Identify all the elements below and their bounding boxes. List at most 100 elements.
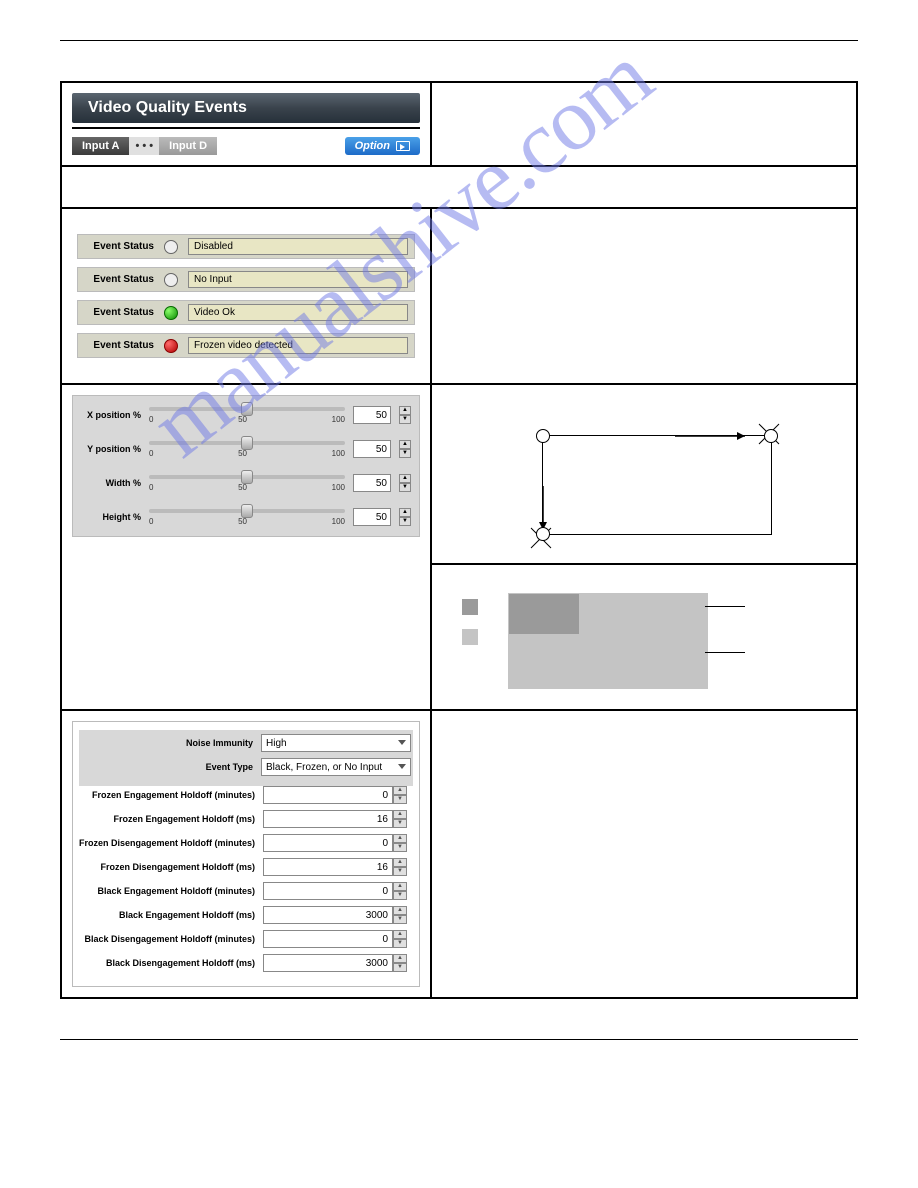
size-diagram [442, 573, 846, 699]
tick-100: 100 [332, 517, 345, 526]
x-position-stepper[interactable]: ▲▼ [399, 406, 411, 424]
settings-panel: Noise Immunity High Event Type Black, Fr… [72, 721, 420, 987]
holdoff-label: Frozen Disengagement Holdoff (ms) [79, 862, 255, 872]
y-position-stepper[interactable]: ▲▼ [399, 440, 411, 458]
width-slider[interactable]: 0 50 100 [149, 475, 345, 492]
event-status-noinput: Event Status No Input [77, 267, 415, 292]
tick-0: 0 [149, 415, 153, 424]
holdoff-stepper[interactable]: ▲▼ [393, 858, 407, 876]
holdoff-value[interactable]: 3000 [263, 906, 393, 924]
option-button[interactable]: Option [345, 137, 420, 155]
tick-0: 0 [149, 449, 153, 458]
height-slider[interactable]: 050100 [149, 509, 345, 526]
holdoff-value[interactable]: 0 [263, 834, 393, 852]
legend-dark-icon [462, 599, 478, 615]
callout-line-top [705, 606, 745, 607]
slider-thumb-icon[interactable] [241, 436, 253, 450]
option-button-label: Option [355, 140, 390, 152]
noise-immunity-select[interactable]: High [261, 734, 411, 752]
event-status-label: Event Status [84, 241, 154, 252]
tick-100: 100 [332, 415, 345, 424]
holdoff-label: Black Disengagement Holdoff (minutes) [79, 934, 255, 944]
banner-underline [72, 127, 420, 129]
position-diagram [442, 395, 846, 555]
x-position-slider[interactable]: 0 50 100 [149, 407, 345, 424]
main-table: Video Quality Events Input A • • • Input… [60, 81, 858, 999]
page-top-rule [60, 40, 858, 41]
shaded-rectangle [508, 593, 708, 689]
holdoff-value[interactable]: 16 [263, 810, 393, 828]
slider-thumb-icon[interactable] [241, 470, 253, 484]
y-position-value[interactable]: 50 [353, 440, 391, 458]
diagram-arrows [535, 428, 785, 548]
tick-0: 0 [149, 517, 153, 526]
event-type-value: Black, Frozen, or No Input [266, 762, 382, 773]
x-position-label: X position % [81, 410, 141, 420]
y-position-label: Y position % [81, 444, 141, 454]
tick-100: 100 [332, 483, 345, 492]
tick-50: 50 [238, 415, 247, 424]
diagram-rectangle [542, 435, 772, 535]
event-status-ok-field: Video Ok [188, 304, 408, 321]
holdoff-stepper[interactable]: ▲▼ [393, 906, 407, 924]
holdoff-stepper[interactable]: ▲▼ [393, 786, 407, 804]
event-status-right-cell [432, 209, 856, 383]
holdoff-label: Black Engagement Holdoff (ms) [79, 910, 255, 920]
y-position-row: Y position % 0 50 100 50 ▲▼ [81, 440, 411, 458]
holdoff-stepper[interactable]: ▲▼ [393, 834, 407, 852]
holdoff-row: Frozen Engagement Holdoff (minutes)0▲▼ [79, 786, 413, 804]
height-label: Height % [81, 512, 141, 522]
holdoff-label: Frozen Engagement Holdoff (ms) [79, 814, 255, 824]
event-status-label: Event Status [84, 307, 154, 318]
noise-immunity-label: Noise Immunity [81, 738, 253, 748]
holdoff-value[interactable]: 3000 [263, 954, 393, 972]
holdoff-value[interactable]: 0 [263, 930, 393, 948]
event-status-frozen: Event Status Frozen video detected [77, 333, 415, 358]
width-label: Width % [81, 478, 141, 488]
tab-input-a[interactable]: Input A [72, 137, 129, 155]
holdoff-value[interactable]: 0 [263, 882, 393, 900]
tick-50: 50 [238, 449, 247, 458]
noise-immunity-value: High [266, 738, 287, 749]
holdoff-stepper[interactable]: ▲▼ [393, 954, 407, 972]
event-status-block: Event Status Disabled Event Status No In… [72, 219, 420, 373]
tick-100: 100 [332, 449, 345, 458]
x-position-value[interactable]: 50 [353, 406, 391, 424]
banner-title: Video Quality Events [72, 93, 420, 123]
event-status-label: Event Status [84, 274, 154, 285]
event-type-select[interactable]: Black, Frozen, or No Input [261, 758, 411, 776]
slider-thumb-icon[interactable] [241, 504, 253, 518]
diagram-right-cell [432, 385, 856, 709]
position-size-panel: X position % 0 50 100 50 ▲▼ Y position % 0… [72, 395, 420, 537]
callout-line-bottom [705, 652, 745, 653]
led-red-icon [164, 339, 178, 353]
width-stepper[interactable]: ▲▼ [399, 474, 411, 492]
led-off-icon [164, 273, 178, 287]
holdoff-value[interactable]: 0 [263, 786, 393, 804]
holdoff-stepper[interactable]: ▲▼ [393, 882, 407, 900]
tick-50: 50 [238, 483, 247, 492]
tick-0: 0 [149, 483, 153, 492]
holdoff-stepper[interactable]: ▲▼ [393, 810, 407, 828]
option-arrow-icon [396, 141, 410, 151]
slider-thumb-icon[interactable] [241, 402, 253, 416]
holdoff-row: Black Engagement Holdoff (minutes)0▲▼ [79, 882, 413, 900]
corner-handle-tr-icon [764, 429, 778, 443]
height-value[interactable]: 50 [353, 508, 391, 526]
event-status-frozen-field: Frozen video detected [188, 337, 408, 354]
led-green-icon [164, 306, 178, 320]
led-off-icon [164, 240, 178, 254]
y-position-slider[interactable]: 0 50 100 [149, 441, 345, 458]
tabs-bar: Input A • • • Input D Option [72, 137, 420, 155]
event-status-disabled-field: Disabled [188, 238, 408, 255]
holdoff-value[interactable]: 16 [263, 858, 393, 876]
height-stepper[interactable]: ▲▼ [399, 508, 411, 526]
diagram-legend [462, 599, 478, 689]
event-status-label: Event Status [84, 340, 154, 351]
tab-input-d[interactable]: Input D [159, 137, 217, 155]
holdoff-row: Frozen Engagement Holdoff (ms) 16▲▼ [79, 810, 413, 828]
width-value[interactable]: 50 [353, 474, 391, 492]
holdoff-stepper[interactable]: ▲▼ [393, 930, 407, 948]
corner-handle-bl-icon [536, 527, 550, 541]
corner-handle-tl-icon [536, 429, 550, 443]
